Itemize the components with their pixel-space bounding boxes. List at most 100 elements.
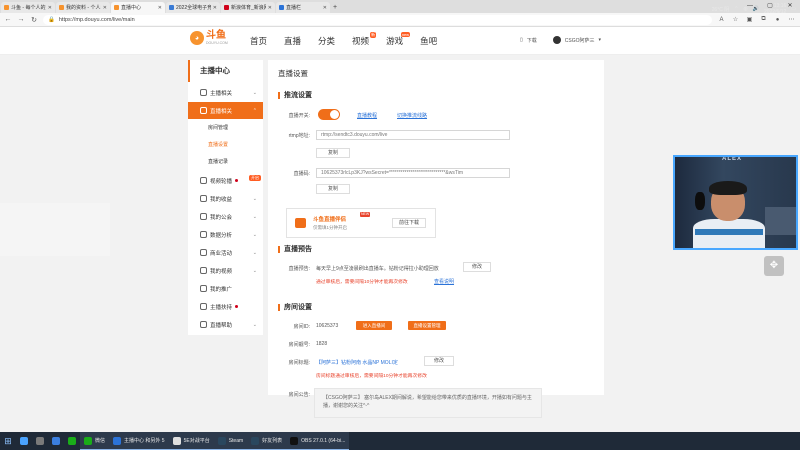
room-title-edit-button[interactable]: 修改 <box>424 356 454 366</box>
nav-video-label: 视频 <box>352 36 370 46</box>
tab-close-icon[interactable]: ✕ <box>158 5 162 11</box>
room-notice-box[interactable]: 【CSGO阿萨三】 塞尔岛ALEX期间解说，希望能给您带来优质的直播环境，开播如… <box>314 388 542 418</box>
copy-rtmp-button[interactable]: 复制 <box>316 148 350 158</box>
sidebar-item-data-analysis[interactable]: 数据分析 ⌄ <box>188 226 263 243</box>
companion-download-button[interactable]: 前往下载 <box>392 218 426 228</box>
taskbar-app[interactable]: OBS 27.0.1 (64-bi... <box>286 432 350 450</box>
url-bar[interactable]: 🔒 https://mp.douyu.com/live/main <box>43 14 712 25</box>
tab-close-icon[interactable]: ✕ <box>268 5 272 11</box>
tab-close-icon[interactable]: ✕ <box>103 5 107 11</box>
tutorial-link[interactable]: 直播教程 <box>357 112 377 119</box>
monitor-shape <box>765 207 796 235</box>
download-link[interactable]: 下载 <box>527 37 537 44</box>
app-icon <box>290 436 299 445</box>
sidebar-item-business-activity[interactable]: 商业活动 ⌄ <box>188 244 263 261</box>
headset-shape <box>695 192 705 210</box>
move-handle-icon[interactable]: ✥ <box>764 256 784 276</box>
network-icon[interactable]: ◍ <box>743 6 747 12</box>
preview-warning: 通过审核后，需要间隔10分钟才能再次修改 <box>316 280 408 285</box>
weather-text[interactable]: 26°C 阴 <box>712 6 730 13</box>
preview-help-link[interactable]: 查看说明 <box>434 278 454 285</box>
windows-start-icon[interactable]: ⊞ <box>0 432 16 450</box>
tab-label: 新浪体育_新浪网 <box>231 5 266 11</box>
refresh-icon[interactable]: ↻ <box>30 16 38 24</box>
tab-label: 直播栏 <box>286 5 302 11</box>
avatar[interactable] <box>552 36 561 44</box>
video-icon <box>200 177 207 184</box>
sidebar-item-label: 我的收益 <box>210 196 233 203</box>
enter-room-button[interactable]: 进入直播间 <box>356 321 392 330</box>
tab-close-icon[interactable]: ✕ <box>48 5 52 11</box>
copy-code-button[interactable]: 复制 <box>316 184 350 194</box>
tray-arrow-icon[interactable]: ⌃ <box>734 6 738 12</box>
taskbar-app[interactable]: 好友列表 <box>247 432 287 450</box>
toggle-knob <box>330 110 339 119</box>
tab-label: 直播中心 <box>121 5 142 11</box>
volume-icon[interactable]: 🔊 <box>753 6 759 12</box>
taskbar-app[interactable] <box>32 432 48 450</box>
back-icon[interactable]: ← <box>4 16 12 23</box>
sidebar-item-label: 我的公会 <box>210 214 233 221</box>
sidebar-item-anchor-support[interactable]: 主播扶持 <box>188 298 263 315</box>
video-rotation-tag: 开启 <box>249 175 261 181</box>
browser-tab[interactable]: 我的资料 - 个人中心 - 斗鱼✕ <box>56 2 110 13</box>
nav-game[interactable]: 游戏 new <box>386 32 411 47</box>
sidebar-sub-room-manage[interactable]: 房间管理 <box>188 121 263 136</box>
browser-tab[interactable]: 直播栏 ✕ <box>276 2 330 13</box>
sidebar-item-anchor-related[interactable]: 主播相关 ⌄ <box>188 84 263 101</box>
room-id-label: 房间ID: <box>293 324 310 330</box>
sidebar-sub-live-settings[interactable]: 直播设置 <box>188 138 263 153</box>
nav-live[interactable]: 直播 <box>284 35 301 47</box>
browser-tab[interactable]: 新浪体育_新浪网 ✕ <box>221 2 275 13</box>
sidebar-sub-live-records[interactable]: 直播记录 <box>188 155 263 170</box>
taskbar-app[interactable]: 5E对战平台 <box>168 432 214 450</box>
app-icon <box>172 436 181 445</box>
taskbar-app[interactable]: 主播中心 和另外 5 <box>109 432 169 450</box>
tab-close-icon[interactable]: ✕ <box>213 5 217 11</box>
sidebar-item-my-video[interactable]: 我的视频 ⌄ <box>188 262 263 279</box>
douyu-fish-icon: ◕ <box>190 31 204 45</box>
stream-code-field[interactable]: 10625373rlcLp3KJ?wsSecret=**************… <box>316 168 510 178</box>
nav-home[interactable]: 首页 <box>250 35 267 47</box>
browser-tab[interactable]: 斗鱼 - 每个人的直播平台✕ <box>1 2 55 13</box>
taskbar-app[interactable] <box>48 432 64 450</box>
sidebar-item-my-guild[interactable]: 我的公会 ⌄ <box>188 208 263 225</box>
sidebar-item-my-promotion[interactable]: 我的推广 <box>188 280 263 297</box>
tab-close-icon[interactable]: ✕ <box>323 5 327 11</box>
taskbar-app-label: 主播中心 和另外 5 <box>124 438 165 444</box>
chevron-up-icon: ⌃ <box>252 107 257 114</box>
taskbar-app[interactable] <box>64 432 80 450</box>
sidebar-item-label: 商业活动 <box>210 250 233 257</box>
clock[interactable]: 13:16 2022/6/12 <box>764 3 786 15</box>
nav-video[interactable]: 视频新 <box>352 32 377 47</box>
browser-tab[interactable]: 直播中心 ✕ <box>111 2 165 13</box>
taskbar-app[interactable] <box>16 432 32 450</box>
switch-line-link[interactable]: 切换推流线路 <box>397 112 427 119</box>
system-tray: 26°C 阴 ⌃ ◍ 🔊 13:16 2022/6/12 ▭ <box>712 0 796 18</box>
nav-category[interactable]: 分类 <box>318 35 335 47</box>
live-switch-toggle[interactable] <box>318 109 340 120</box>
nav-fishbar[interactable]: 鱼吧 <box>420 35 437 47</box>
username[interactable]: CSGO阿萨三 <box>565 37 595 44</box>
browser-tab[interactable]: 2022全球电子竞技运动赛✕ <box>166 2 220 13</box>
room-notice-label: 房间公告: <box>288 392 310 398</box>
chevron-down-icon[interactable]: ▾ <box>599 37 602 43</box>
taskbar-app[interactable]: Steam <box>213 432 248 450</box>
sidebar-item-my-income[interactable]: 我的收益 ⌄ <box>188 190 263 207</box>
tab-favicon-icon <box>4 5 9 10</box>
preview-edit-button[interactable]: 修改 <box>463 262 491 272</box>
chart-icon <box>200 231 207 238</box>
notification-icon[interactable]: ▭ <box>791 6 796 12</box>
rtmp-field[interactable]: rtmp://sendtc3.douyu.com/live <box>316 130 510 140</box>
enter-backend-button[interactable]: 直播设置管理 <box>408 321 446 330</box>
sidebar-item-live-help[interactable]: 直播帮助 ⌄ <box>188 316 263 333</box>
forward-icon[interactable]: → <box>17 16 25 23</box>
room-title-label: 房间标题: <box>288 360 310 366</box>
chevron-down-icon: ⌄ <box>252 267 257 274</box>
sidebar-item-live-related[interactable]: 直播相关 ⌃ <box>188 102 263 119</box>
logo-text: 斗鱼 <box>206 30 226 41</box>
taskbar-app[interactable]: 微信 <box>80 432 110 450</box>
new-tab-button[interactable]: + <box>330 2 340 13</box>
preview-label: 直播预告: <box>288 266 310 272</box>
douyu-logo[interactable]: ◕ 斗鱼 DOUYU.COM <box>190 31 228 45</box>
